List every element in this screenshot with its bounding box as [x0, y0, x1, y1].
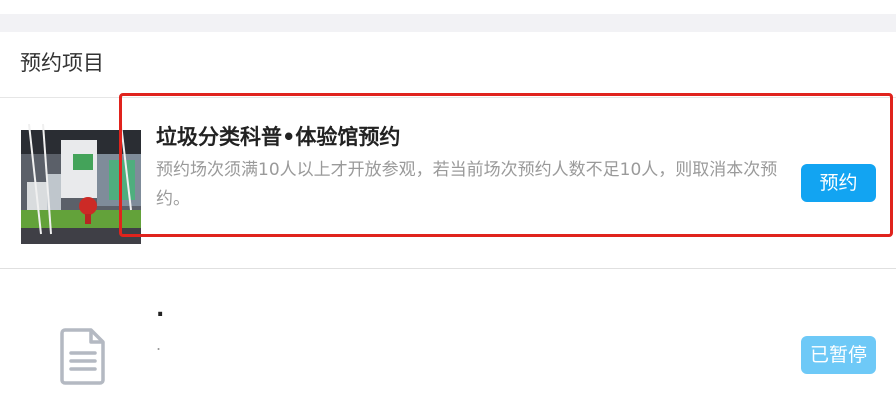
- paused-button[interactable]: 已暂停: [801, 336, 876, 374]
- document-list-icon: [51, 326, 111, 386]
- section-divider-strip: [0, 14, 896, 32]
- section-header: 预约项目: [0, 32, 896, 98]
- item-title: .: [156, 297, 165, 322]
- list-item-placeholder[interactable]: . . 已暂停: [0, 269, 896, 417]
- item-title: 垃圾分类科普•体验馆预约: [156, 125, 401, 149]
- list-item-garbage-sorting[interactable]: 垃圾分类科普•体验馆预约 预约场次须满10人以上才开放参观，若当前场次预约人数不…: [0, 98, 896, 269]
- section-title: 预约项目: [20, 51, 104, 75]
- item-thumbnail: [21, 124, 141, 244]
- top-band: [0, 0, 896, 14]
- item-description: .: [156, 335, 162, 354]
- item-description: 预约场次须满10人以上才开放参观，若当前场次预约人数不足10人，则取消本次预约。: [156, 160, 778, 209]
- book-button[interactable]: 预约: [801, 164, 876, 202]
- exhibition-hall-photo: [21, 124, 141, 244]
